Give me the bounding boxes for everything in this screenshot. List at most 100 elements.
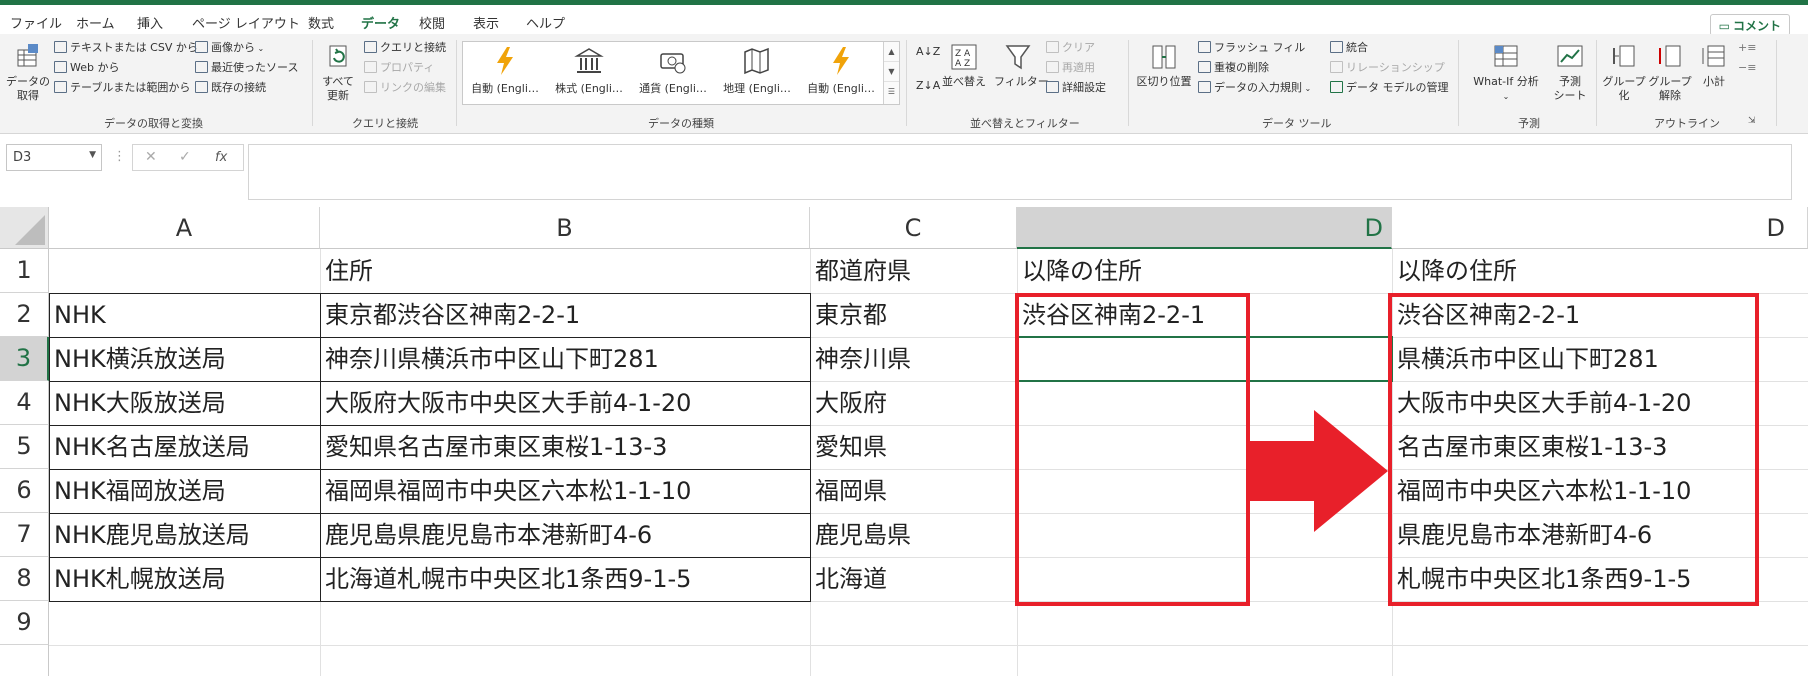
cell-a6[interactable]: NHK福岡放送局	[49, 470, 320, 513]
sort-button[interactable]: Z AA Z 並べ替え	[940, 42, 988, 89]
tab-formulas[interactable]: 数式	[308, 13, 334, 32]
enter-icon[interactable]: ✓	[179, 149, 191, 165]
comment-button[interactable]: ▭ コメント	[1709, 14, 1790, 36]
from-picture-button[interactable]: 画像から ⌄	[195, 40, 264, 56]
formula-bar-grip-icon[interactable]: ⋮	[113, 149, 126, 164]
cell-c8[interactable]: 北海道	[810, 558, 1017, 601]
row-header-9[interactable]: 9	[0, 601, 49, 645]
row-header-6[interactable]: 6	[0, 469, 49, 513]
flash-fill-button[interactable]: フラッシュ フィル	[1198, 40, 1305, 56]
column-header-d-pasted[interactable]: D	[1392, 207, 1808, 249]
row-header-3[interactable]: 3	[0, 337, 49, 381]
clear-button[interactable]: クリア	[1046, 40, 1095, 56]
cell-d1-pasted[interactable]: 以降の住所	[1392, 250, 1792, 293]
forecast-sheet-button[interactable]: 予測 シート	[1552, 42, 1588, 103]
cell-b7[interactable]: 鹿児島県鹿児島市本港新町4-6	[320, 514, 810, 557]
name-box[interactable]: D3 ▼	[6, 144, 102, 171]
from-web-button[interactable]: Web から	[54, 60, 119, 76]
sort-za-button[interactable]: Z↓A	[916, 78, 940, 94]
cell-a4[interactable]: NHK大阪放送局	[49, 382, 320, 425]
datatype-stocks[interactable]: 株式 (Engli…	[547, 46, 631, 96]
cell-b3[interactable]: 神奈川県横浜市中区山下町281	[320, 338, 810, 381]
refresh-all-button[interactable]: すべて 更新	[318, 42, 358, 103]
row-header-8[interactable]: 8	[0, 557, 49, 601]
consolidate-button[interactable]: 統合	[1330, 40, 1368, 56]
cell-b8[interactable]: 北海道札幌市中央区北1条西9-1-5	[320, 558, 810, 601]
column-header-a[interactable]: A	[49, 207, 320, 249]
cell-c6[interactable]: 福岡県	[810, 470, 1017, 513]
column-header-c[interactable]: C	[810, 207, 1017, 249]
cell-c3[interactable]: 神奈川県	[810, 338, 1017, 381]
tab-home[interactable]: ホーム	[76, 13, 115, 32]
tab-help[interactable]: ヘルプ	[526, 13, 565, 32]
select-all-button[interactable]	[0, 207, 49, 249]
queries-connections-button[interactable]: クエリと接続	[364, 40, 446, 56]
formula-input[interactable]	[248, 144, 1792, 200]
manage-data-model-button[interactable]: データ モデルの管理	[1330, 80, 1449, 96]
datatype-auto-1[interactable]: 自動 (Engli…	[463, 46, 547, 96]
column-header-d[interactable]: D	[1017, 207, 1392, 249]
tab-data[interactable]: データ	[361, 13, 401, 37]
chevron-down-icon[interactable]: ▼	[89, 150, 96, 160]
tab-view[interactable]: 表示	[473, 13, 499, 32]
sort-az-button[interactable]: A↓Z	[916, 44, 940, 60]
worksheet[interactable]: A B C D D 1 2 3 4 5 6 7 8 9 住所 都道府県 以降の住…	[0, 207, 1808, 676]
cell-a2[interactable]: NHK	[49, 294, 320, 337]
data-types-gallery[interactable]: 自動 (Engli… 株式 (Engli… 通貨 (Engli… 地理 (Eng…	[462, 41, 900, 105]
cell-c2[interactable]: 東京都	[810, 294, 1017, 337]
filter-button[interactable]: フィルター	[994, 42, 1049, 89]
cell-a7[interactable]: NHK鹿児島放送局	[49, 514, 320, 557]
tab-insert[interactable]: 挿入	[137, 13, 163, 32]
tab-review[interactable]: 校閲	[419, 13, 445, 32]
row-header-5[interactable]: 5	[0, 425, 49, 469]
subtotal-button[interactable]: 小計	[1696, 42, 1732, 89]
cell-b2[interactable]: 東京都渋谷区神南2-2-1	[320, 294, 810, 337]
from-table-button[interactable]: テーブルまたは範囲から	[54, 80, 190, 96]
gallery-scroll[interactable]: ▲ ▼ ☰	[883, 42, 899, 104]
from-text-csv-button[interactable]: テキストまたは CSV から	[54, 40, 198, 56]
relationships-button[interactable]: リレーションシップ	[1330, 60, 1445, 76]
cell-b4[interactable]: 大阪府大阪市中央区大手前4-1-20	[320, 382, 810, 425]
existing-connections-button[interactable]: 既存の接続	[195, 80, 266, 96]
remove-duplicates-button[interactable]: 重複の削除	[1198, 60, 1269, 76]
cell-a3[interactable]: NHK横浜放送局	[49, 338, 320, 381]
cell-c1[interactable]: 都道府県	[810, 250, 1017, 293]
cancel-icon[interactable]: ✕	[145, 149, 157, 165]
get-data-button[interactable]: データの 取得	[6, 42, 50, 103]
advanced-filter-button[interactable]: 詳細設定	[1046, 80, 1106, 96]
cell-b5[interactable]: 愛知県名古屋市東区東桜1-13-3	[320, 426, 810, 469]
tab-page-layout[interactable]: ページ レイアウト	[192, 13, 300, 32]
row-header-2[interactable]: 2	[0, 293, 49, 337]
datatype-currency[interactable]: 通貨 (Engli…	[631, 46, 715, 96]
ungroup-button[interactable]: グループ 解除	[1648, 42, 1692, 103]
text-to-columns-button[interactable]: 区切り位置	[1134, 42, 1194, 89]
reapply-button[interactable]: 再適用	[1046, 60, 1095, 76]
insert-function-icon[interactable]: fx	[215, 150, 227, 165]
properties-button[interactable]: プロパティ	[364, 60, 434, 76]
show-detail-button[interactable]: +≡	[1738, 40, 1756, 56]
row-header-10[interactable]	[0, 645, 49, 676]
row-header-7[interactable]: 7	[0, 513, 49, 557]
cell-b1[interactable]: 住所	[320, 250, 810, 293]
data-validation-button[interactable]: データの入力規則 ⌄	[1198, 80, 1311, 96]
dialog-launcher-icon[interactable]: ⇲	[1748, 116, 1756, 126]
tab-file[interactable]: ファイル	[10, 13, 62, 32]
row-header-4[interactable]: 4	[0, 381, 49, 425]
gallery-up-icon[interactable]: ▲	[884, 42, 899, 62]
cell-d1[interactable]: 以降の住所	[1017, 250, 1392, 293]
cell-c4[interactable]: 大阪府	[810, 382, 1017, 425]
recent-sources-button[interactable]: 最近使ったソース	[195, 60, 298, 76]
row-header-1[interactable]: 1	[0, 249, 49, 293]
cell-a5[interactable]: NHK名古屋放送局	[49, 426, 320, 469]
what-if-analysis-button[interactable]: What-If 分析 ⌄	[1466, 42, 1546, 104]
hide-detail-button[interactable]: −≡	[1738, 60, 1756, 76]
gallery-down-icon[interactable]: ▼	[884, 62, 899, 82]
cell-c7[interactable]: 鹿児島県	[810, 514, 1017, 557]
gallery-more-icon[interactable]: ☰	[884, 82, 899, 102]
cell-a8[interactable]: NHK札幌放送局	[49, 558, 320, 601]
column-header-b[interactable]: B	[320, 207, 810, 249]
edit-links-button[interactable]: リンクの編集	[364, 80, 446, 96]
datatype-geography[interactable]: 地理 (Engli…	[715, 46, 799, 96]
group-button[interactable]: グループ 化	[1602, 42, 1646, 103]
cell-c5[interactable]: 愛知県	[810, 426, 1017, 469]
